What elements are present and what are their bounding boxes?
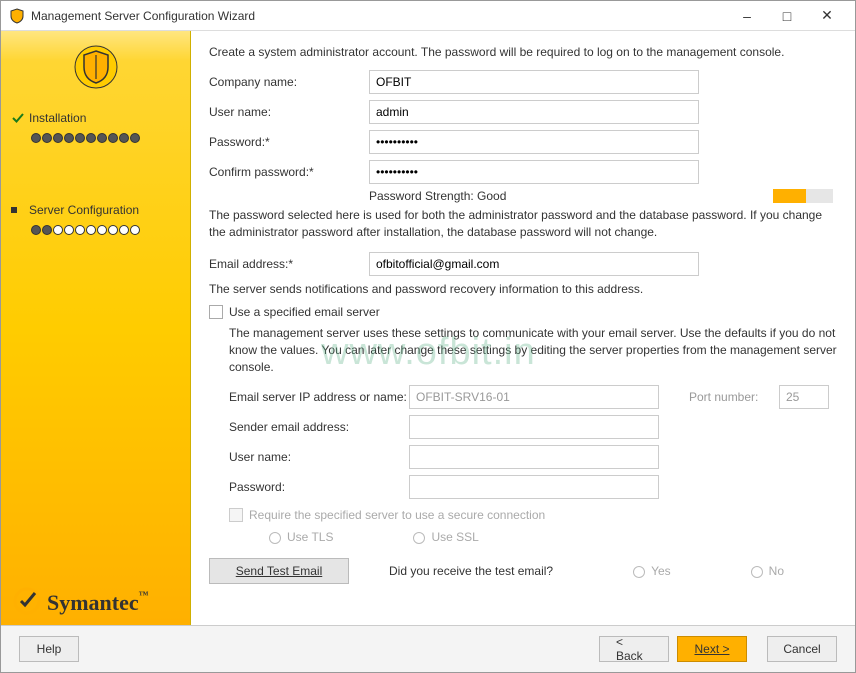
email-input[interactable] bbox=[369, 252, 699, 276]
content-panel: www.ofbit.in Create a system administrat… bbox=[191, 31, 855, 625]
tls-radio bbox=[269, 532, 281, 544]
window-title: Management Server Configuration Wizard bbox=[31, 9, 727, 23]
yes-radio bbox=[633, 566, 645, 578]
sidebar-label-server-config: Server Configuration bbox=[29, 203, 139, 217]
tls-label: Use TLS bbox=[287, 530, 333, 544]
password-note: The password selected here is used for b… bbox=[209, 207, 837, 241]
body: Installation Server Configuration www.of… bbox=[1, 31, 855, 625]
send-test-button[interactable]: Send Test Email bbox=[209, 558, 349, 584]
sidebar-item-server-config: Server Configuration bbox=[11, 197, 180, 219]
bullet-icon bbox=[11, 207, 17, 213]
password-label: Password:* bbox=[209, 135, 369, 149]
secure-label: Require the specified server to use a se… bbox=[249, 508, 545, 522]
sidebar-label-installation: Installation bbox=[29, 111, 86, 125]
close-button[interactable]: ✕ bbox=[807, 2, 847, 30]
app-icon bbox=[9, 8, 25, 24]
progress-dots-installation bbox=[31, 133, 180, 143]
srv-user-label: User name: bbox=[229, 450, 409, 464]
progress-dots-server-config bbox=[31, 225, 180, 235]
confirm-password-label: Confirm password:* bbox=[209, 165, 369, 179]
srv-pw-label: Password: bbox=[229, 480, 409, 494]
password-strength-bar bbox=[773, 189, 833, 203]
ssl-label: Use SSL bbox=[431, 530, 478, 544]
sidebar: Installation Server Configuration bbox=[1, 31, 191, 625]
srv-ip-input[interactable] bbox=[409, 385, 659, 409]
server-note: The management server uses these setting… bbox=[229, 325, 837, 375]
use-server-label: Use a specified email server bbox=[229, 305, 380, 319]
shield-icon bbox=[74, 45, 118, 89]
intro-text: Create a system administrator account. T… bbox=[209, 45, 837, 59]
ssl-radio bbox=[413, 532, 425, 544]
sender-label: Sender email address: bbox=[229, 420, 409, 434]
srv-user-input[interactable] bbox=[409, 445, 659, 469]
titlebar: Management Server Configuration Wizard –… bbox=[1, 1, 855, 31]
use-server-checkbox[interactable] bbox=[209, 305, 223, 319]
secure-checkbox bbox=[229, 508, 243, 522]
sender-input[interactable] bbox=[409, 415, 659, 439]
maximize-button[interactable]: □ bbox=[767, 2, 807, 30]
srv-pw-input[interactable] bbox=[409, 475, 659, 499]
password-input[interactable] bbox=[369, 130, 699, 154]
srv-ip-label: Email server IP address or name: bbox=[229, 390, 409, 404]
no-radio bbox=[751, 566, 763, 578]
back-button[interactable]: < Back bbox=[599, 636, 669, 662]
help-button[interactable]: Help bbox=[19, 636, 79, 662]
yes-label: Yes bbox=[651, 564, 671, 578]
sidebar-item-installation: Installation bbox=[11, 105, 180, 127]
email-label: Email address:* bbox=[209, 257, 369, 271]
confirm-password-input[interactable] bbox=[369, 160, 699, 184]
port-label: Port number: bbox=[689, 390, 779, 404]
email-note: The server sends notifications and passw… bbox=[209, 281, 837, 298]
check-icon bbox=[11, 111, 25, 125]
no-label: No bbox=[769, 564, 784, 578]
footer: Help < Back Next > Cancel bbox=[1, 625, 855, 672]
test-question: Did you receive the test email? bbox=[389, 564, 553, 578]
port-input[interactable] bbox=[779, 385, 829, 409]
company-label: Company name: bbox=[209, 75, 369, 89]
cancel-button[interactable]: Cancel bbox=[767, 636, 837, 662]
username-label: User name: bbox=[209, 105, 369, 119]
minimize-button[interactable]: – bbox=[727, 2, 767, 30]
password-strength-label: Password Strength: Good bbox=[369, 189, 506, 203]
wizard-window: Management Server Configuration Wizard –… bbox=[0, 0, 856, 673]
next-button[interactable]: Next > bbox=[677, 636, 747, 662]
username-input[interactable] bbox=[369, 100, 699, 124]
company-input[interactable] bbox=[369, 70, 699, 94]
